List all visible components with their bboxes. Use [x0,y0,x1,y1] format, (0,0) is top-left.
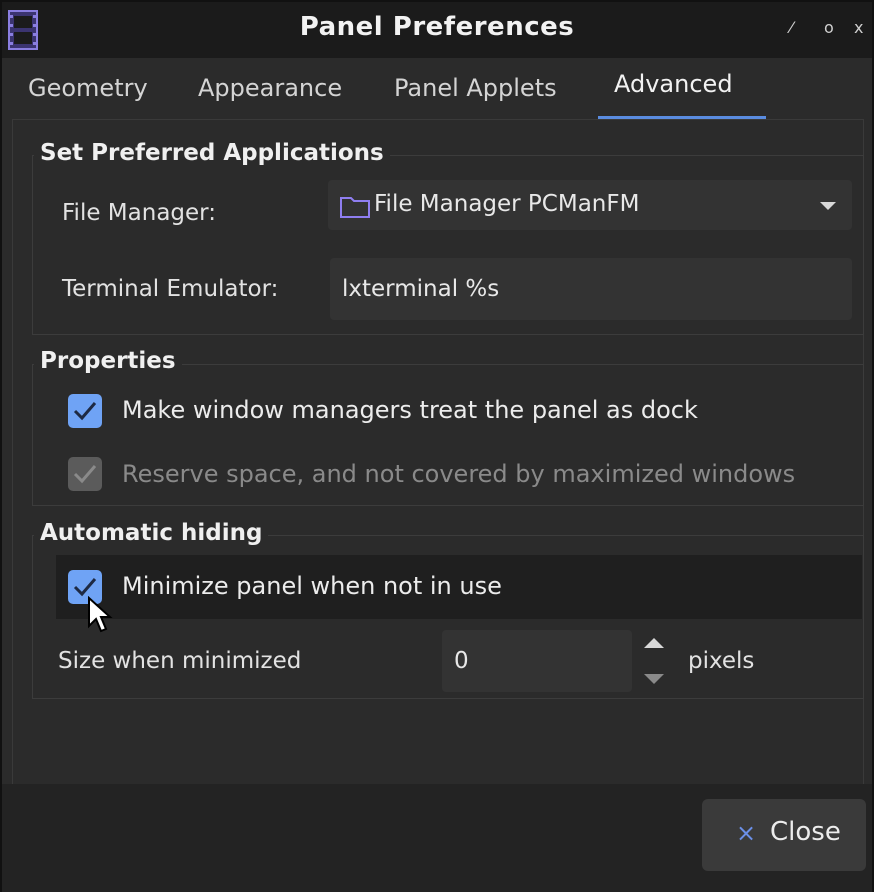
file-manager-label: File Manager: [62,200,216,226]
auto-hide-heading: Automatic hiding [34,520,269,546]
size-unit-label: pixels [688,648,755,674]
title-bar[interactable]: Panel Preferences ⁄ o x [2,2,872,58]
close-window-button[interactable]: x [854,18,863,37]
tab-appearance[interactable]: Appearance [198,74,342,102]
dock-checkbox-label[interactable]: Make window managers treat the panel as … [122,396,698,424]
terminal-emulator-input[interactable]: lxterminal %s [330,258,852,320]
chevron-down-icon [820,202,836,210]
file-manager-value: File Manager PCManFM [374,191,640,217]
close-button-label: Close [770,817,841,847]
tab-advanced[interactable]: Advanced [614,70,733,98]
window-title: Panel Preferences [299,12,575,42]
tab-panel-applets[interactable]: Panel Applets [394,74,557,102]
tab-geometry[interactable]: Geometry [28,74,148,102]
size-minimized-label: Size when minimized [58,648,302,674]
checkmark-icon [73,465,97,484]
terminal-emulator-label: Terminal Emulator: [62,276,279,302]
tab-bar: Geometry Appearance Panel Applets Advanc… [2,58,872,120]
spin-down-icon[interactable] [644,674,664,684]
checkmark-icon [73,578,97,597]
mouse-pointer-icon [88,596,113,633]
reserve-space-checkbox [68,457,102,491]
properties-heading: Properties [34,348,182,374]
minimize-button[interactable]: ⁄ [790,18,793,37]
panel-preferences-window: Panel Preferences ⁄ o x Geometry Appeara… [0,0,874,892]
spin-up-icon[interactable] [644,638,664,648]
minimize-panel-label[interactable]: Minimize panel when not in use [122,572,502,600]
checkmark-icon [73,402,97,421]
dock-checkbox[interactable] [68,394,102,428]
preferred-apps-heading: Set Preferred Applications [34,140,390,166]
close-icon: × [736,819,757,847]
size-minimized-input[interactable]: 0 [442,630,632,692]
reserve-space-label: Reserve space, and not covered by maximi… [122,460,796,488]
maximize-button[interactable]: o [824,18,834,37]
close-button[interactable]: × Close [702,799,866,871]
folder-icon [340,197,370,218]
file-manager-combo[interactable]: File Manager PCManFM [328,180,852,230]
